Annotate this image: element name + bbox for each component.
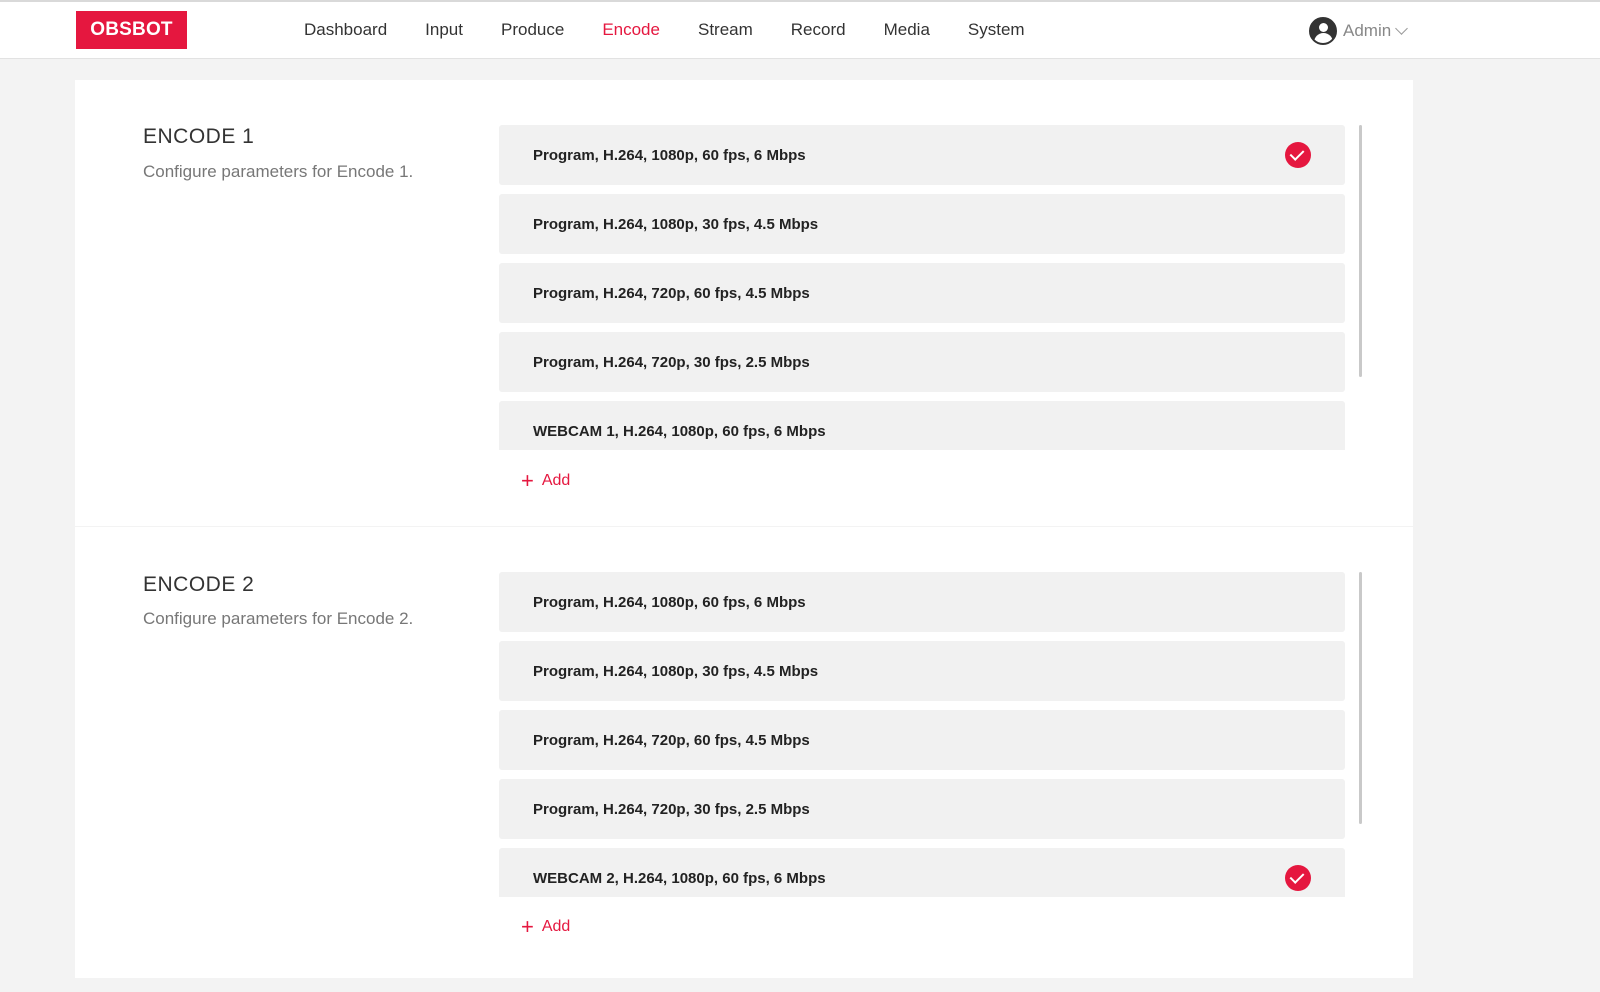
scrollbar[interactable] <box>1359 125 1362 450</box>
nav-item-produce[interactable]: Produce <box>482 20 583 40</box>
preset-label: Program, H.264, 1080p, 30 fps, 4.5 Mbps <box>533 215 819 233</box>
section-title: ENCODE 1 <box>143 125 255 148</box>
preset-label: WEBCAM 2, H.264, 1080p, 60 fps, 6 Mbps <box>533 869 826 887</box>
plus-icon: + <box>521 468 534 493</box>
add-label: Add <box>541 918 571 935</box>
preset-item[interactable]: Program, H.264, 1080p, 30 fps, 4.5 Mbps <box>499 641 1345 701</box>
check-icon <box>1285 865 1311 891</box>
preset-label: Program, H.264, 1080p, 30 fps, 4.5 Mbps <box>533 662 819 680</box>
check-icon <box>1285 142 1311 168</box>
nav-item-stream[interactable]: Stream <box>679 20 772 40</box>
plus-icon: + <box>521 914 534 939</box>
preset-label: Program, H.264, 720p, 30 fps, 2.5 Mbps <box>533 800 810 818</box>
encode-1-preset-list: Program, H.264, 1080p, 60 fps, 6 Mbps Pr… <box>499 125 1345 450</box>
user-menu[interactable]: Admin <box>1309 16 1409 46</box>
preset-label: Program, H.264, 1080p, 60 fps, 6 Mbps <box>533 593 806 611</box>
scrollbar[interactable] <box>1359 572 1362 897</box>
scrollbar-thumb[interactable] <box>1359 125 1362 377</box>
user-name: Admin <box>1343 21 1392 40</box>
preset-label: Program, H.264, 720p, 60 fps, 4.5 Mbps <box>533 284 810 302</box>
logo-text: OBSBOT <box>90 19 173 40</box>
section-title: ENCODE 2 <box>143 573 255 596</box>
preset-item[interactable]: Program, H.264, 720p, 60 fps, 4.5 Mbps <box>499 263 1345 323</box>
preset-label: Program, H.264, 720p, 60 fps, 4.5 Mbps <box>533 731 810 749</box>
preset-item[interactable]: Program, H.264, 1080p, 30 fps, 4.5 Mbps <box>499 194 1345 254</box>
nav-item-input[interactable]: Input <box>406 20 482 40</box>
nav-item-record[interactable]: Record <box>772 20 865 40</box>
preset-label: Program, H.264, 720p, 30 fps, 2.5 Mbps <box>533 353 810 371</box>
nav-item-media[interactable]: Media <box>865 20 949 40</box>
preset-item[interactable]: Program, H.264, 720p, 60 fps, 4.5 Mbps <box>499 710 1345 770</box>
nav-item-dashboard[interactable]: Dashboard <box>285 20 406 40</box>
preset-item[interactable]: Program, H.264, 720p, 30 fps, 2.5 Mbps <box>499 779 1345 839</box>
preset-item[interactable]: Program, H.264, 1080p, 60 fps, 6 Mbps <box>499 125 1345 185</box>
nav-item-system[interactable]: System <box>949 20 1044 40</box>
chevron-down-icon <box>1395 22 1409 35</box>
encode-1-panel: ENCODE 1 Configure parameters for Encode… <box>75 80 1413 526</box>
section-description: Configure parameters for Encode 1. <box>143 162 414 181</box>
user-avatar-icon <box>1309 17 1337 45</box>
nav-item-encode[interactable]: Encode <box>583 20 679 40</box>
top-navigation-bar: OBSBOT Dashboard Input Produce Encode St… <box>0 0 1600 59</box>
preset-item[interactable]: Program, H.264, 720p, 30 fps, 2.5 Mbps <box>499 332 1345 392</box>
preset-label: WEBCAM 1, H.264, 1080p, 60 fps, 6 Mbps <box>533 422 826 440</box>
obsbot-logo[interactable]: OBSBOT <box>76 11 187 49</box>
encode-2-preset-list: Program, H.264, 1080p, 60 fps, 6 Mbps Pr… <box>499 572 1345 897</box>
preset-label: Program, H.264, 1080p, 60 fps, 6 Mbps <box>533 146 806 164</box>
encode-2-panel: ENCODE 2 Configure parameters for Encode… <box>75 527 1413 978</box>
add-preset-button[interactable]: + Add <box>521 916 570 938</box>
main-nav: Dashboard Input Produce Encode Stream Re… <box>285 2 1044 58</box>
preset-item[interactable]: WEBCAM 1, H.264, 1080p, 60 fps, 6 Mbps <box>499 401 1345 450</box>
add-label: Add <box>541 472 571 489</box>
preset-item[interactable]: WEBCAM 2, H.264, 1080p, 60 fps, 6 Mbps <box>499 848 1345 897</box>
preset-item[interactable]: Program, H.264, 1080p, 60 fps, 6 Mbps <box>499 572 1345 632</box>
section-description: Configure parameters for Encode 2. <box>143 609 414 628</box>
scrollbar-thumb[interactable] <box>1359 572 1362 824</box>
add-preset-button[interactable]: + Add <box>521 470 570 492</box>
